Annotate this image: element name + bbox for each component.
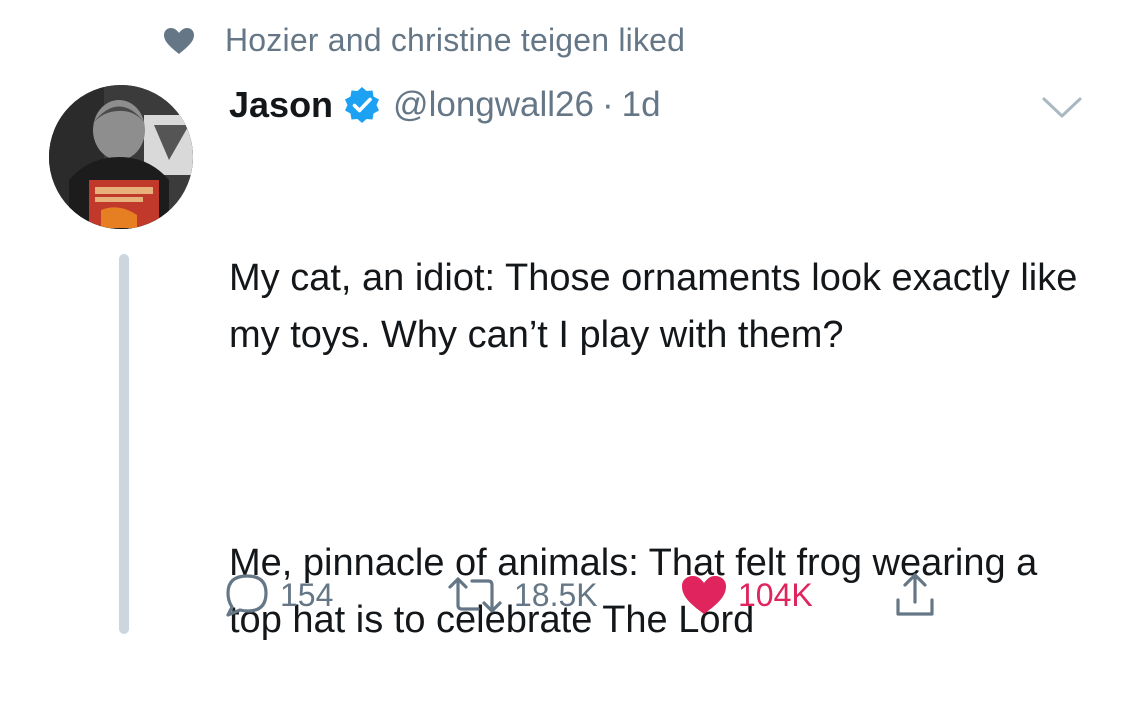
- retweet-count: 18.5K: [514, 576, 598, 613]
- share-icon: [896, 573, 934, 616]
- thread-line: [119, 254, 129, 634]
- tweet-paragraph: Me, pinnacle of animals: That felt frog …: [229, 542, 1048, 641]
- reply-icon: [226, 574, 268, 617]
- tweet-paragraph: My cat, an idiot: Those ornaments look e…: [229, 257, 1088, 356]
- like-button[interactable]: 104K: [680, 570, 813, 620]
- reply-count: 154: [280, 576, 334, 613]
- verified-badge-icon: [345, 87, 380, 123]
- heart-icon: [682, 576, 726, 614]
- avatar-image: [49, 85, 193, 229]
- social-context-text[interactable]: Hozier and christine teigen liked: [225, 22, 685, 59]
- avatar[interactable]: [49, 85, 193, 229]
- tweet-header: Jason @longwall26 · 1d: [229, 82, 661, 128]
- retweet-icon: [448, 577, 502, 613]
- heart-icon: [164, 27, 194, 54]
- chevron-down-icon[interactable]: [1040, 95, 1084, 121]
- author-name[interactable]: Jason: [229, 84, 333, 126]
- retweet-button[interactable]: 18.5K: [446, 570, 598, 620]
- author-handle[interactable]: @longwall26: [393, 85, 594, 125]
- share-button[interactable]: [894, 570, 936, 620]
- tweet-timestamp[interactable]: 1d: [622, 85, 661, 125]
- reply-button[interactable]: 154: [224, 570, 333, 620]
- tweet-text: My cat, an idiot: Those ornaments look e…: [229, 136, 1099, 706]
- social-context: Hozier and christine teigen liked: [163, 22, 685, 59]
- like-count: 104K: [738, 576, 813, 613]
- meta-separator: ·: [601, 85, 614, 124]
